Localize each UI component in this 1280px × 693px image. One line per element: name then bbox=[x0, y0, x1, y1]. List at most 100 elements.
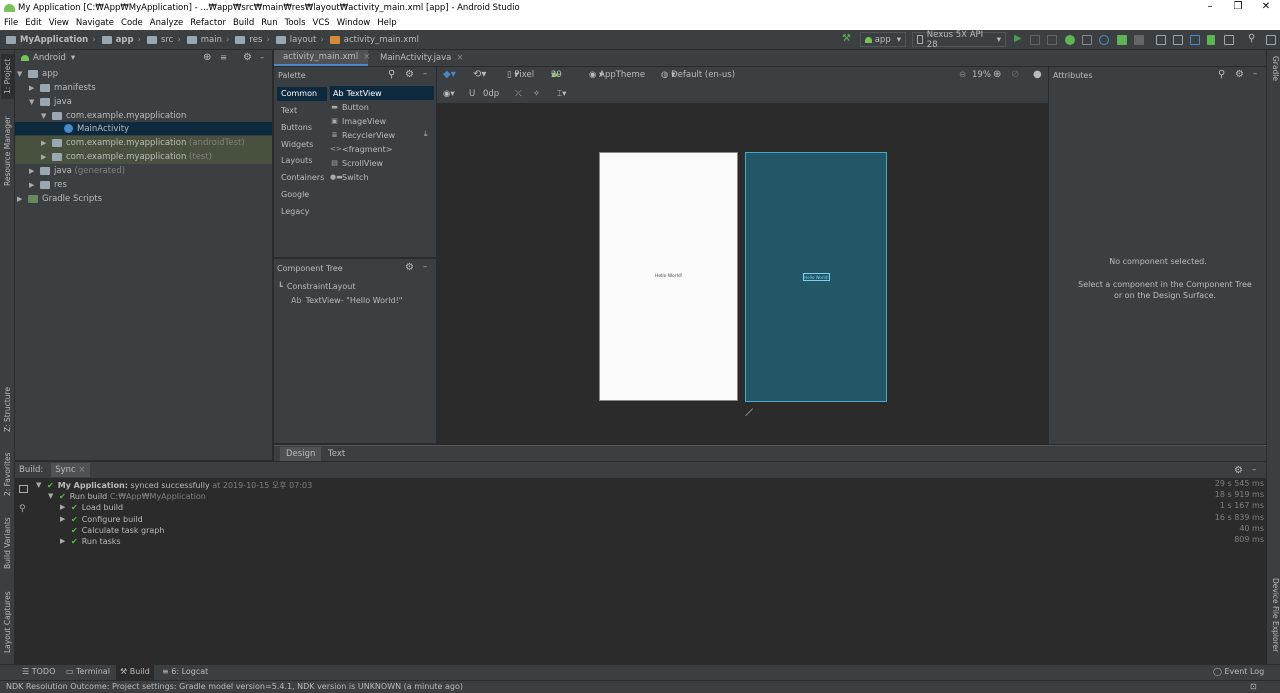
tab-sync[interactable]: Sync × bbox=[51, 463, 90, 477]
tab-build[interactable]: ⚒ Build bbox=[116, 665, 154, 681]
tab-device-file-explorer[interactable]: Device File Explorer bbox=[1268, 578, 1280, 658]
locate-icon[interactable]: ⊕ bbox=[203, 52, 211, 63]
tab-favorites[interactable]: 2: Favorites bbox=[1, 448, 14, 500]
tab-todo[interactable]: ☰ TODO bbox=[22, 667, 55, 679]
palette-item-switch[interactable]: ●▬ Switch bbox=[330, 170, 368, 184]
tree-item-manifests[interactable]: ▶ manifests bbox=[29, 81, 96, 95]
warning-icon[interactable]: ● bbox=[1033, 69, 1042, 80]
menu-tools[interactable]: Tools bbox=[285, 18, 306, 28]
palette-item-scrollview[interactable]: ▤ ScrollView bbox=[330, 156, 383, 170]
restore-layout-icon[interactable] bbox=[19, 485, 28, 493]
zoom-fit-icon[interactable]: ⊘ bbox=[1011, 69, 1019, 80]
tree-item-java-generated[interactable]: ▶ java (generated) bbox=[29, 164, 125, 178]
device-select[interactable]: ▯ Pixel ▾ bbox=[507, 70, 534, 80]
breadcrumb-app[interactable]: app › bbox=[101, 35, 145, 45]
menu-window[interactable]: Window bbox=[337, 18, 371, 28]
tree-item-package-test[interactable]: ▶ com.example.myapplication (test) bbox=[15, 150, 272, 164]
download-icon[interactable]: ⤓ bbox=[424, 129, 428, 139]
locale-select[interactable]: ◍ Default (en-us) ▾ bbox=[661, 70, 735, 80]
menu-file[interactable]: File bbox=[4, 18, 18, 28]
tab-structure[interactable]: Z: Structure bbox=[1, 384, 14, 436]
project-view-select[interactable]: Android bbox=[33, 53, 66, 63]
breadcrumb-layout[interactable]: layout › bbox=[275, 35, 328, 45]
hide-icon[interactable]: – bbox=[260, 53, 264, 63]
hammer-icon[interactable]: ⚒ bbox=[842, 33, 851, 44]
gear-icon[interactable]: ⚙ bbox=[1234, 465, 1243, 476]
tree-item-package-main[interactable]: ▼ com.example.myapplication bbox=[41, 109, 186, 123]
palette-category-google[interactable]: Google bbox=[277, 188, 327, 202]
palette-category-layouts[interactable]: Layouts bbox=[277, 154, 327, 168]
tree-item-main-activity[interactable]: MainActivity bbox=[15, 122, 272, 135]
api-select[interactable]: ▬ 29 ▾ bbox=[551, 70, 562, 80]
resize-handle[interactable] bbox=[738, 401, 754, 417]
tree-item-res[interactable]: ▶ res bbox=[29, 178, 67, 192]
preview-hello-text[interactable]: Hello World! bbox=[655, 274, 683, 279]
palette-category-containers[interactable]: Containers bbox=[277, 171, 327, 185]
tree-item-app[interactable]: ▼ app bbox=[17, 67, 58, 81]
hide-icon[interactable]: – bbox=[1252, 465, 1256, 475]
gear-icon[interactable]: ⚙ bbox=[243, 52, 252, 63]
blueprint-preview[interactable]: Hello World! bbox=[745, 152, 887, 402]
gear-icon[interactable]: ⚙ bbox=[405, 69, 414, 80]
lock-icon[interactable]: ⊡ bbox=[1250, 681, 1257, 693]
design-preview[interactable]: Hello World! bbox=[599, 152, 738, 401]
breadcrumb-main[interactable]: main › bbox=[186, 35, 234, 45]
palette-category-text[interactable]: Text bbox=[277, 104, 327, 118]
tab-layout-captures[interactable]: Layout Captures bbox=[1, 586, 14, 658]
hide-icon[interactable]: – bbox=[423, 262, 427, 272]
hide-icon[interactable]: – bbox=[1253, 69, 1257, 79]
tree-item-java[interactable]: ▼ java bbox=[29, 95, 72, 109]
tab-gradle[interactable]: Gradle bbox=[1268, 56, 1280, 92]
menu-view[interactable]: View bbox=[49, 18, 69, 28]
layers-icon[interactable]: ◆▾ bbox=[443, 69, 456, 80]
sidebar-toggle-icon[interactable] bbox=[1266, 35, 1276, 45]
tab-build-variants[interactable]: Build Variants bbox=[1, 512, 14, 574]
tab-logcat[interactable]: ≡ 6: Logcat bbox=[162, 667, 208, 679]
theme-select[interactable]: ◉ AppTheme ▾ bbox=[589, 70, 645, 80]
event-log-button[interactable]: ◯ Event Log bbox=[1213, 667, 1264, 679]
sdk-manager-icon[interactable] bbox=[1207, 35, 1215, 45]
minimize-button[interactable]: – bbox=[1196, 0, 1224, 15]
tree-item-gradle-scripts[interactable]: ▶ Gradle Scripts bbox=[17, 192, 102, 206]
component-textview[interactable]: Ab TextView- "Hello World!" bbox=[291, 293, 402, 307]
menu-edit[interactable]: Edit bbox=[25, 18, 41, 28]
zoom-out-icon[interactable]: ⊖ bbox=[959, 70, 966, 80]
menu-code[interactable]: Code bbox=[121, 18, 143, 28]
tab-text[interactable]: Text bbox=[322, 447, 351, 461]
status-message[interactable]: NDK Resolution Outcome: Project settings… bbox=[6, 682, 463, 691]
menu-analyze[interactable]: Analyze bbox=[150, 18, 184, 28]
infer-constraints-icon[interactable]: ✧ bbox=[533, 89, 540, 99]
gear-icon[interactable]: ⚙ bbox=[405, 262, 414, 273]
build-row-run-tasks[interactable]: ▶ ✔ Run tasks bbox=[60, 535, 121, 547]
blueprint-textview[interactable]: Hello World! bbox=[803, 273, 830, 281]
tab-resource-manager[interactable]: Resource Manager bbox=[1, 112, 14, 190]
menu-help[interactable]: Help bbox=[377, 18, 396, 28]
breadcrumb-file[interactable]: activity_main.xml bbox=[329, 35, 419, 45]
palette-item-fragment[interactable]: <> <fragment> bbox=[330, 142, 392, 156]
avd-manager-icon[interactable] bbox=[1190, 35, 1200, 45]
zoom-in-icon[interactable]: ⊕ bbox=[993, 69, 1001, 80]
search-icon[interactable]: ⚲ bbox=[388, 69, 395, 80]
stop-icon[interactable] bbox=[1134, 35, 1144, 45]
debug-icon[interactable] bbox=[1065, 35, 1075, 45]
clear-constraints-icon[interactable]: ⤫ bbox=[515, 89, 522, 99]
project-structure-icon[interactable] bbox=[1156, 35, 1166, 45]
palette-item-textview[interactable]: Ab TextView bbox=[330, 86, 434, 100]
apply-changes-icon[interactable] bbox=[1030, 35, 1040, 45]
layout-inspector-icon[interactable] bbox=[1224, 35, 1234, 45]
profiler-icon[interactable] bbox=[1099, 35, 1109, 45]
pin-icon[interactable]: ⚲ bbox=[19, 504, 26, 514]
close-tab-icon[interactable]: × bbox=[363, 52, 370, 62]
restore-button[interactable]: ❐ bbox=[1224, 0, 1252, 15]
guidelines-icon[interactable]: ⌶▾ bbox=[557, 89, 566, 99]
menu-vcs[interactable]: VCS bbox=[313, 18, 330, 28]
build-row-load-build[interactable]: ▶ ✔ Load build bbox=[60, 501, 123, 513]
eye-icon[interactable]: ◉▾ bbox=[443, 89, 455, 99]
tab-design[interactable]: Design bbox=[280, 447, 322, 461]
search-icon[interactable]: ⚲ bbox=[1218, 69, 1225, 80]
tab-terminal[interactable]: ▭ Terminal bbox=[66, 667, 110, 679]
gear-icon[interactable]: ⚙ bbox=[1235, 69, 1244, 80]
orientation-icon[interactable]: ⟲▾ bbox=[473, 69, 486, 80]
menu-build[interactable]: Build bbox=[233, 18, 254, 28]
breadcrumb-res[interactable]: res › bbox=[235, 35, 273, 45]
